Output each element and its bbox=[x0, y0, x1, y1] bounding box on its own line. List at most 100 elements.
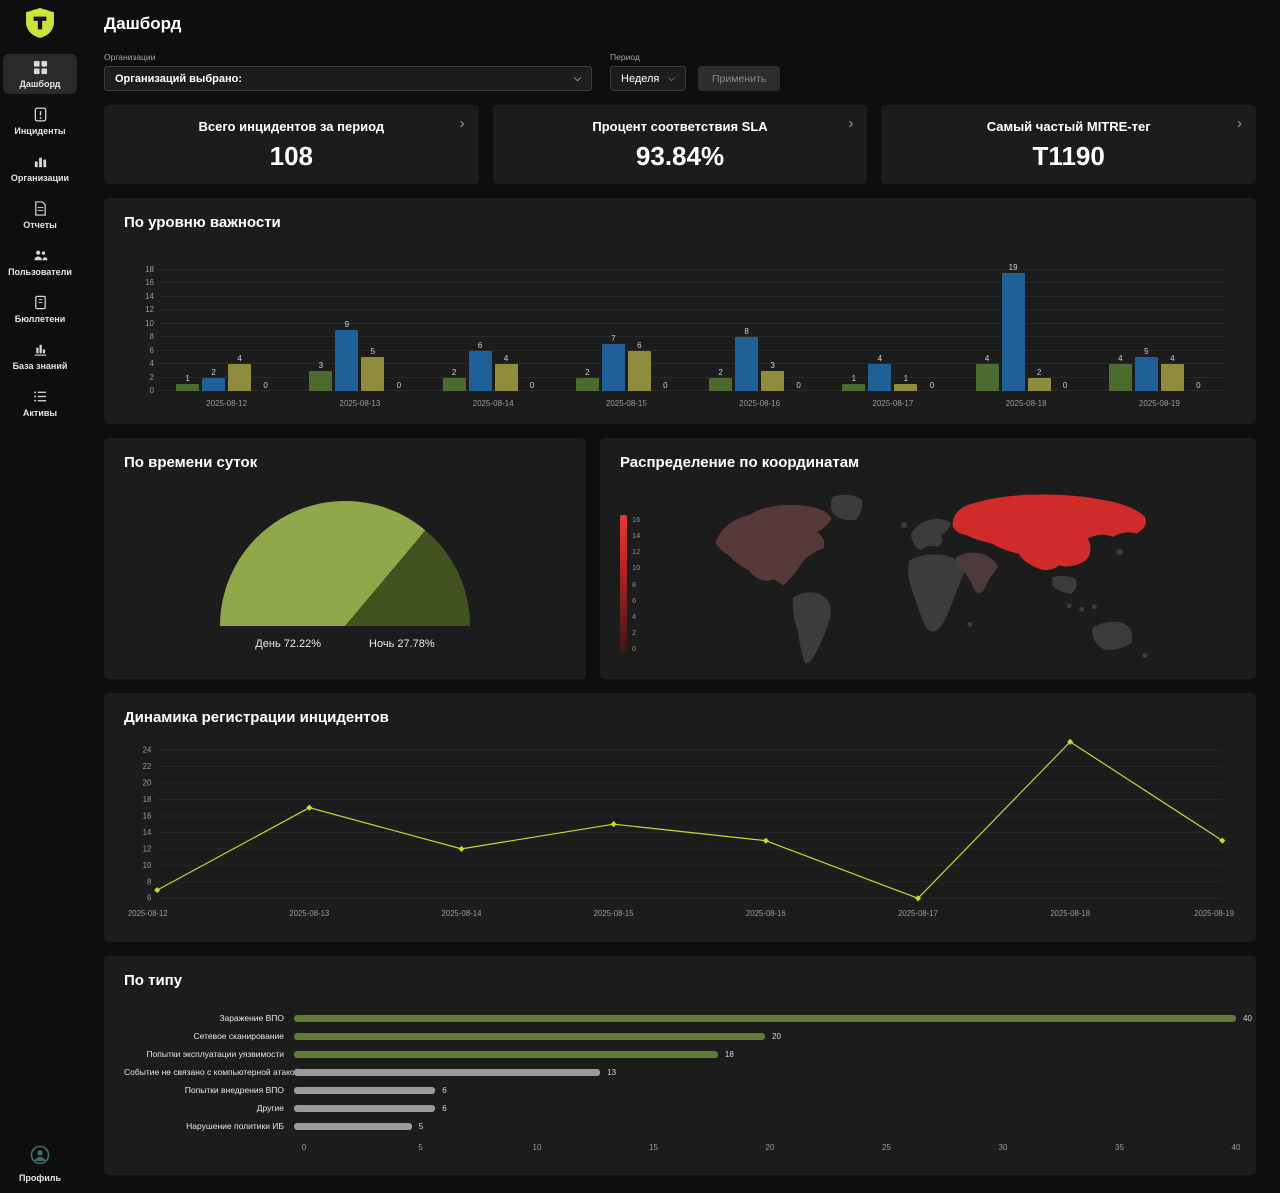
dynamics-line-chart: 6 8 10 12 14 16 18 20 22 24 2025-08-12 2025-08-13 20… bbox=[128, 738, 1234, 918]
bar-value-label: 1 bbox=[185, 374, 190, 384]
x-axis-tick: 25 bbox=[882, 1143, 891, 1152]
organizations-icon bbox=[33, 154, 48, 169]
sidebar-item-1[interactable]: Инциденты bbox=[3, 101, 77, 141]
severity-plot: 0 2 4 6 8 10 12 14 16 18 1 2 4 0 3 9 5 0 2 6 4 0 2 7 6 0 2 8 3 0 1 4 1 0 4… bbox=[145, 263, 1226, 395]
middle-row: По времени суток День 72.22% Ночь 27.78%… bbox=[104, 424, 1256, 679]
sidebar-item-label: Пользователи bbox=[8, 267, 72, 277]
type-track: 18 bbox=[294, 1045, 1236, 1063]
legend-tick: 0 bbox=[632, 644, 637, 653]
type-row: Другие 6 bbox=[124, 1099, 1236, 1117]
x-axis-tick: 5 bbox=[418, 1143, 423, 1152]
stat-card-value: T1190 bbox=[1032, 141, 1105, 171]
bar bbox=[1134, 357, 1158, 391]
stat-card-0[interactable]: Всего инцидентов за период › 108 bbox=[104, 105, 479, 184]
svg-text:10: 10 bbox=[143, 861, 152, 870]
chevron-down-icon: ⌵ bbox=[668, 73, 675, 83]
type-label: Сетевое сканирование bbox=[193, 1031, 284, 1041]
legend-tick: 12 bbox=[632, 547, 641, 557]
sidebar-item-label: База знаний bbox=[12, 361, 68, 371]
bar-value-label: 0 bbox=[396, 381, 402, 390]
bar-value-label: 0 bbox=[529, 381, 535, 390]
sidebar-item-4[interactable]: Пользователи bbox=[3, 242, 77, 282]
legend-tick: 10 bbox=[632, 563, 641, 573]
type-label: Другие bbox=[256, 1103, 284, 1113]
profile-icon bbox=[30, 1145, 50, 1170]
sidebar-item-5[interactable]: Бюллетени bbox=[3, 289, 77, 329]
bar-value-label: 5 bbox=[370, 347, 376, 357]
sidebar-item-2[interactable]: Организации bbox=[3, 148, 77, 188]
bar bbox=[309, 370, 333, 391]
sidebar-item-label: Инциденты bbox=[14, 126, 66, 136]
sidebar-item-0[interactable]: Дашборд bbox=[3, 54, 77, 94]
legend-tick: 14 bbox=[632, 531, 641, 541]
type-track: 5 bbox=[294, 1117, 1236, 1135]
apply-button[interactable]: Применить bbox=[698, 66, 781, 91]
svg-text:22: 22 bbox=[143, 762, 152, 771]
sidebar-item-label: Отчеты bbox=[23, 220, 57, 230]
sidebar-item-6[interactable]: База знаний bbox=[3, 336, 77, 376]
x-axis-label: 2025-08-19 bbox=[1138, 399, 1180, 408]
bar-value-label: 19 bbox=[1008, 263, 1018, 272]
type-row: Заражение ВПО 40 bbox=[124, 1009, 1252, 1027]
shield-logo-icon bbox=[26, 8, 54, 38]
bar-value-label: 4 bbox=[237, 354, 242, 364]
bar-value-label: 2 bbox=[718, 367, 723, 377]
bar bbox=[228, 364, 252, 391]
app-logo[interactable] bbox=[26, 8, 54, 38]
svg-text:2025-08-17: 2025-08-17 bbox=[898, 909, 938, 918]
severity-chart-title: По уровню важности bbox=[124, 214, 281, 231]
type-value-label: 5 bbox=[418, 1121, 424, 1131]
severity-chart-card: По уровню важности 0 2 4 6 8 10 12 14 16 18 1 2 4 0 3 9… bbox=[104, 198, 1256, 424]
bar-value-label: 7 bbox=[611, 333, 616, 343]
sidebar-item-label: Организации bbox=[10, 173, 70, 183]
chevron-right-icon[interactable]: › bbox=[460, 115, 465, 132]
knowledge-icon bbox=[33, 342, 48, 357]
bar-group-2025-08-14: 2 6 4 0 bbox=[427, 263, 560, 391]
type-label: Попытки внедрения ВПО bbox=[184, 1085, 284, 1095]
organizations-select[interactable]: Организаций выбрано: ⌵ bbox=[104, 66, 592, 91]
x-axis-label: 2025-08-13 bbox=[339, 399, 381, 408]
dynamics-chart-title: Динамика регистрации инцидентов bbox=[124, 709, 389, 726]
type-row: Сетевое сканирование 20 bbox=[124, 1027, 1236, 1045]
sidebar-item-7[interactable]: Активы bbox=[3, 383, 77, 423]
type-value-label: 40 bbox=[1243, 1013, 1252, 1023]
assets-icon bbox=[33, 389, 48, 404]
bar bbox=[601, 343, 625, 391]
bar bbox=[894, 384, 918, 391]
x-axis-label: 2025-08-12 bbox=[206, 399, 248, 408]
filters-bar: Организации Организаций выбрано: ⌵ Перио… bbox=[104, 52, 1256, 91]
x-axis-label: 2025-08-18 bbox=[1005, 399, 1047, 408]
type-bar bbox=[294, 1050, 718, 1058]
bar bbox=[1160, 364, 1184, 391]
organizations-filter: Организации Организаций выбрано: ⌵ bbox=[104, 52, 592, 91]
sidebar-item-label: Дашборд bbox=[19, 79, 61, 89]
bar-value-label: 6 bbox=[637, 340, 642, 350]
geo-chart-title: Распределение по координатам bbox=[620, 454, 860, 471]
period-select[interactable]: Неделя ⌵ bbox=[610, 66, 686, 91]
stat-card-2[interactable]: Самый частый MITRE-тег › T1190 bbox=[881, 105, 1257, 184]
stats-row: Всего инцидентов за период › 108 Процент со… bbox=[104, 105, 1257, 184]
sidebar-item-3[interactable]: Отчеты bbox=[3, 195, 77, 235]
bar-value-label: 4 bbox=[877, 354, 883, 364]
svg-text:2025-08-14: 2025-08-14 bbox=[442, 909, 483, 918]
svg-text:14: 14 bbox=[143, 828, 152, 837]
bar bbox=[335, 330, 359, 391]
reports-icon bbox=[33, 201, 48, 216]
bar-value-label: 3 bbox=[318, 360, 324, 370]
types-chart-card: По типу Заражение ВПО 40 Сетевое сканирова… bbox=[104, 956, 1256, 1175]
type-value-label: 13 bbox=[607, 1067, 617, 1077]
x-axis-label: 2025-08-16 bbox=[739, 399, 781, 408]
stat-card-1[interactable]: Процент соответствия SLA › 93.84% bbox=[492, 105, 868, 184]
type-value-label: 6 bbox=[442, 1085, 447, 1095]
bar bbox=[1027, 377, 1051, 391]
chevron-right-icon[interactable]: › bbox=[1237, 115, 1242, 132]
map-legend-gradient bbox=[620, 515, 627, 653]
type-track: 13 bbox=[294, 1063, 1236, 1081]
sidebar-item-label: Бюллетени bbox=[14, 314, 66, 324]
svg-text:24: 24 bbox=[143, 745, 152, 754]
profile-button[interactable]: Профиль bbox=[19, 1145, 61, 1183]
bar bbox=[1001, 273, 1025, 391]
bar-value-label: 5 bbox=[1144, 347, 1149, 357]
svg-text:12: 12 bbox=[143, 844, 152, 853]
chevron-right-icon[interactable]: › bbox=[848, 115, 853, 132]
